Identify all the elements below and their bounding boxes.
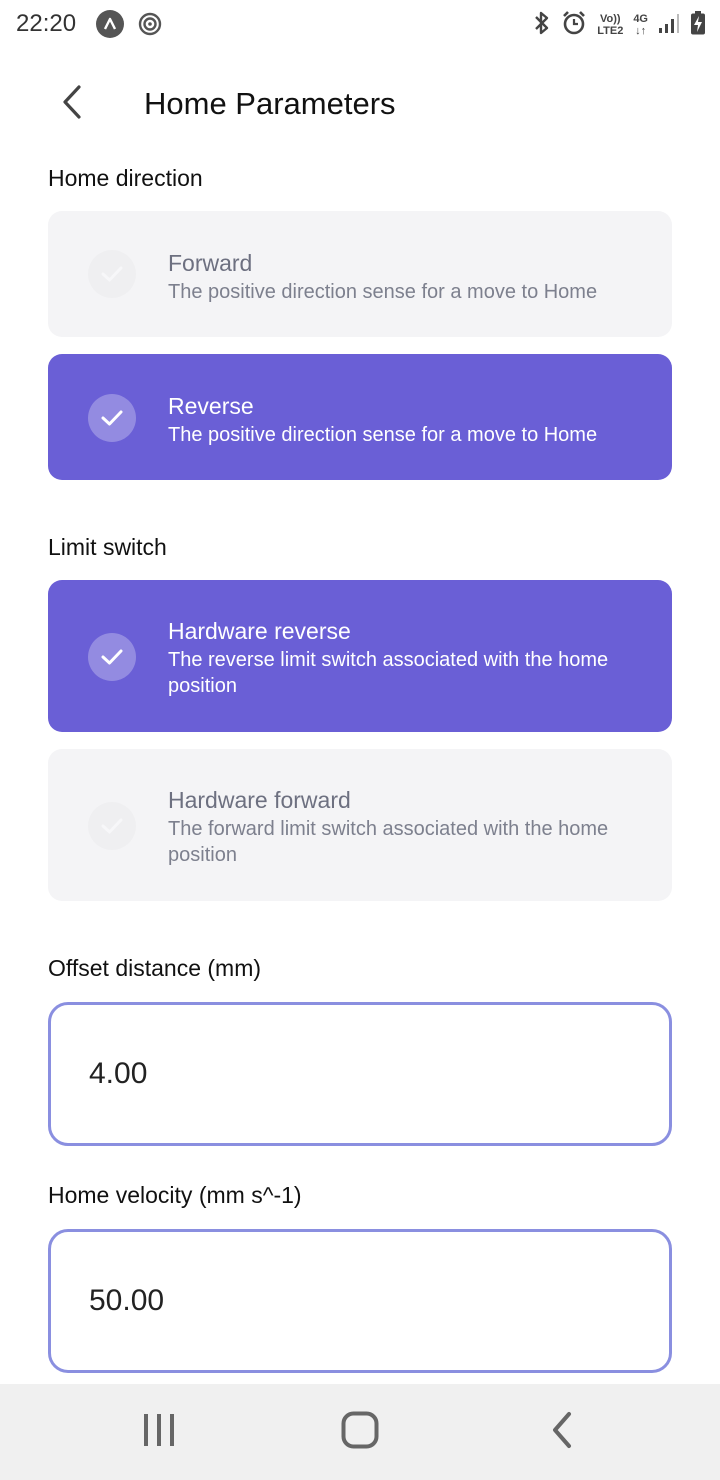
recent-apps-icon	[142, 1412, 176, 1453]
page-title: Home Parameters	[144, 86, 396, 121]
status-icons: Vo)) LTE2 4G ↓↑	[533, 8, 706, 42]
limit-switch-option-hardware-reverse[interactable]: Hardware reverse The reverse limit switc…	[48, 580, 672, 732]
home-velocity-input[interactable]	[48, 1229, 672, 1373]
offset-distance-label: Offset distance (mm)	[48, 955, 262, 981]
offset-distance-input[interactable]	[48, 1002, 672, 1146]
option-description: The positive direction sense for a move …	[168, 281, 598, 303]
option-title: Reverse	[168, 393, 254, 419]
volte-icon: Vo)) LTE2	[597, 13, 623, 37]
home-velocity-label: Home velocity (mm s^-1)	[48, 1182, 302, 1208]
battery-charging-icon	[690, 10, 706, 41]
home-direction-option-reverse[interactable]: Reverse The positive direction sense for…	[48, 354, 672, 480]
home-direction-label: Home direction	[48, 165, 203, 191]
home-icon	[341, 1411, 379, 1454]
app-a-icon	[96, 10, 124, 38]
data-arrows-icon: ↓↑	[635, 25, 647, 37]
chevron-left-icon	[60, 84, 84, 125]
status-bar: 22:20 Vo)) LTE2 4G ↓↑	[0, 0, 720, 50]
back-button[interactable]	[52, 82, 92, 126]
unchecked-icon	[88, 250, 136, 298]
alarm-icon	[561, 10, 587, 41]
option-title: Hardware reverse	[168, 618, 351, 644]
option-title: Hardware forward	[168, 787, 351, 813]
bluetooth-icon	[533, 10, 551, 41]
network-type-text: 4G	[633, 13, 648, 25]
option-description: The reverse limit switch associated with…	[168, 649, 609, 697]
signal-icon	[658, 12, 680, 39]
volte-bottom-text: LTE2	[597, 25, 624, 37]
unchecked-icon	[88, 802, 136, 850]
limit-switch-option-hardware-forward[interactable]: Hardware forward The forward limit switc…	[48, 749, 672, 901]
option-description: The forward limit switch associated with…	[168, 818, 609, 866]
limit-switch-label: Limit switch	[48, 534, 167, 560]
back-icon	[550, 1411, 574, 1454]
home-direction-option-forward[interactable]: Forward The positive direction sense for…	[48, 211, 672, 337]
system-nav-bar	[0, 1384, 720, 1480]
hotspot-icon	[136, 10, 164, 38]
status-time: 22:20	[16, 10, 77, 37]
data-4g-icon: 4G ↓↑	[633, 13, 648, 37]
home-button[interactable]	[330, 1408, 390, 1456]
option-title: Forward	[168, 250, 253, 276]
volte-top-text: Vo))	[599, 13, 621, 25]
option-description: The positive direction sense for a move …	[168, 424, 598, 446]
recent-apps-button[interactable]	[129, 1408, 189, 1456]
nav-back-button[interactable]	[532, 1408, 592, 1456]
check-icon	[88, 394, 136, 442]
check-icon	[88, 633, 136, 681]
